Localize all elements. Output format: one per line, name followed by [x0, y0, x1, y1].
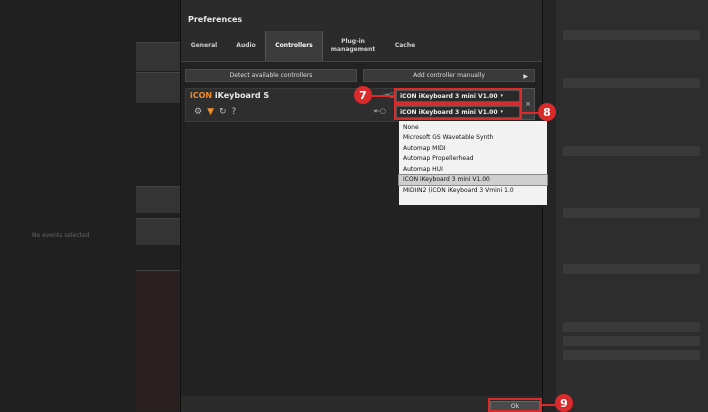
remove-controller-button[interactable]: × — [521, 88, 535, 120]
dropdown-option[interactable]: Automap HUI — [399, 164, 547, 175]
tab-controllers[interactable]: Controllers — [265, 31, 323, 61]
help-icon[interactable]: ? — [232, 107, 237, 117]
refresh-icon[interactable]: ↻ — [219, 107, 227, 117]
inspector-panel — [555, 0, 708, 412]
track-strip — [136, 218, 180, 245]
add-controller-label: Add controller manually — [413, 72, 485, 79]
detect-controllers-button[interactable]: Detect available controllers — [185, 69, 357, 82]
add-controller-button[interactable]: Add controller manually ▶ — [363, 69, 535, 82]
preferences-dialog: Preferences General Audio Controllers Pl… — [180, 0, 544, 412]
gear-icon[interactable]: ⚙ — [194, 107, 202, 117]
dropdown-option[interactable]: MIDIIN2 (iCON iKeyboard 3 Vmini 1.0 — [399, 185, 547, 196]
dropdown-option[interactable]: Automap MIDI — [399, 143, 547, 154]
midi-output-icon: ⇤○ — [374, 107, 386, 115]
play-arrow-icon: ▶ — [523, 73, 528, 80]
controller-actions: ⚙ ▼ ↻ ? — [194, 107, 236, 117]
tab-bar: General Audio Controllers Plug-in manage… — [181, 31, 543, 61]
no-events-text: No events selected — [32, 232, 90, 239]
track-strip — [136, 72, 180, 103]
track-strip — [136, 42, 180, 71]
callout-7: 7 — [354, 86, 372, 104]
tab-general[interactable]: General — [181, 31, 227, 61]
controller-brand: iCON — [190, 91, 213, 100]
input-highlight — [394, 88, 522, 104]
callout-9: 9 — [555, 394, 573, 412]
controller-model: iKeyboard S — [212, 91, 270, 100]
tab-cache[interactable]: Cache — [385, 31, 425, 61]
output-highlight — [394, 104, 522, 120]
dropdown-option-selected[interactable]: iCON iKeyboard 3 mini V1.00 — [398, 173, 548, 186]
dropdown-option[interactable]: Automap Propellerhead — [399, 154, 547, 165]
close-icon: × — [525, 100, 531, 108]
tab-audio[interactable]: Audio — [227, 31, 265, 61]
ok-highlight — [488, 398, 542, 412]
tab-plugin-management[interactable]: Plug-in management — [321, 31, 385, 61]
midi-port-dropdown: None Microsoft GS Wavetable Synth Automa… — [398, 120, 548, 206]
dialog-title: Preferences — [188, 15, 243, 24]
detect-controllers-label: Detect available controllers — [229, 72, 313, 79]
mixer-strip — [136, 270, 180, 411]
callout-8: 8 — [538, 103, 556, 121]
controller-name: iCON iKeyboard S — [190, 91, 269, 100]
scrollbar[interactable] — [542, 0, 556, 412]
callout-leader — [542, 404, 556, 406]
track-strip — [136, 186, 180, 213]
dropdown-option[interactable]: None — [399, 122, 547, 133]
message-icon[interactable]: ▼ — [207, 107, 214, 117]
dropdown-option[interactable]: Microsoft GS Wavetable Synth — [399, 133, 547, 144]
